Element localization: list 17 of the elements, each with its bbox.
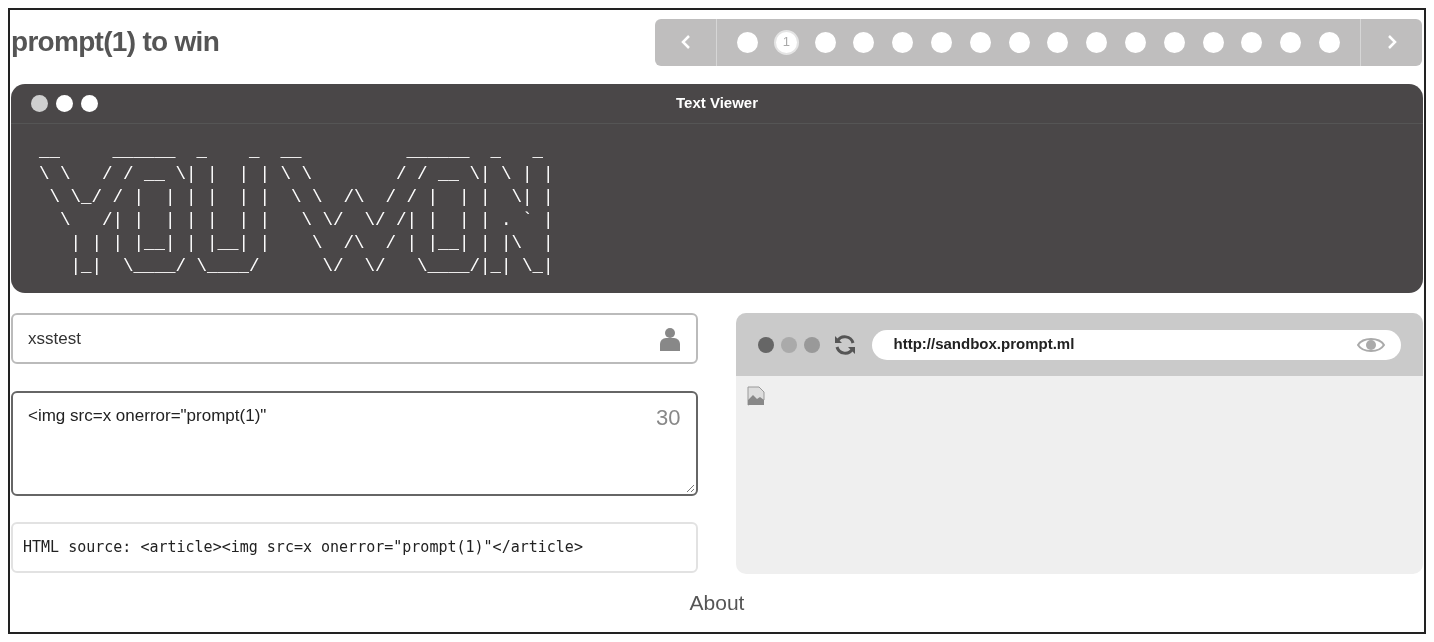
resize-handle-icon[interactable] — [685, 484, 695, 493]
chevron-left-icon — [680, 34, 691, 50]
html-source-text: HTML source: <article><img src=x onerror="prompt(1)"</article> — [23, 537, 583, 559]
username-field[interactable]: xsstest — [11, 313, 698, 364]
chevron-right-icon — [1386, 34, 1397, 50]
window-title: Text Viewer — [676, 93, 758, 114]
user-icon — [658, 326, 681, 351]
page-title: prompt(1) to win — [11, 25, 220, 59]
payload-text: <img src=x onerror="prompt(1)" — [28, 405, 267, 427]
about-link[interactable]: About — [689, 587, 745, 619]
ascii-art-text: __ ______ _ _ __ ______ _ _ \ \ / / __ \| | | | \ \ / / __ \| \ | | \ \_/ / | | | | | | \ \ /\ / / | | | \| | \ /| | | | | | | \ \/ \/ /| | | | . ` | | | | |__| | |__| | \ /\ / | |__| | |\ | |_| \____/ \____/ \/ \/ \____/|_| \_| — [39, 140, 554, 278]
address-bar[interactable]: http://sandbox.prompt.ml — [871, 329, 1401, 360]
broken-image-icon — [745, 386, 766, 406]
eye-icon[interactable] — [1357, 335, 1385, 354]
payload-textarea[interactable]: <img src=x onerror="prompt(1)" 30 — [11, 391, 698, 496]
character-count: 30 — [656, 404, 681, 432]
refresh-icon[interactable] — [832, 332, 857, 357]
